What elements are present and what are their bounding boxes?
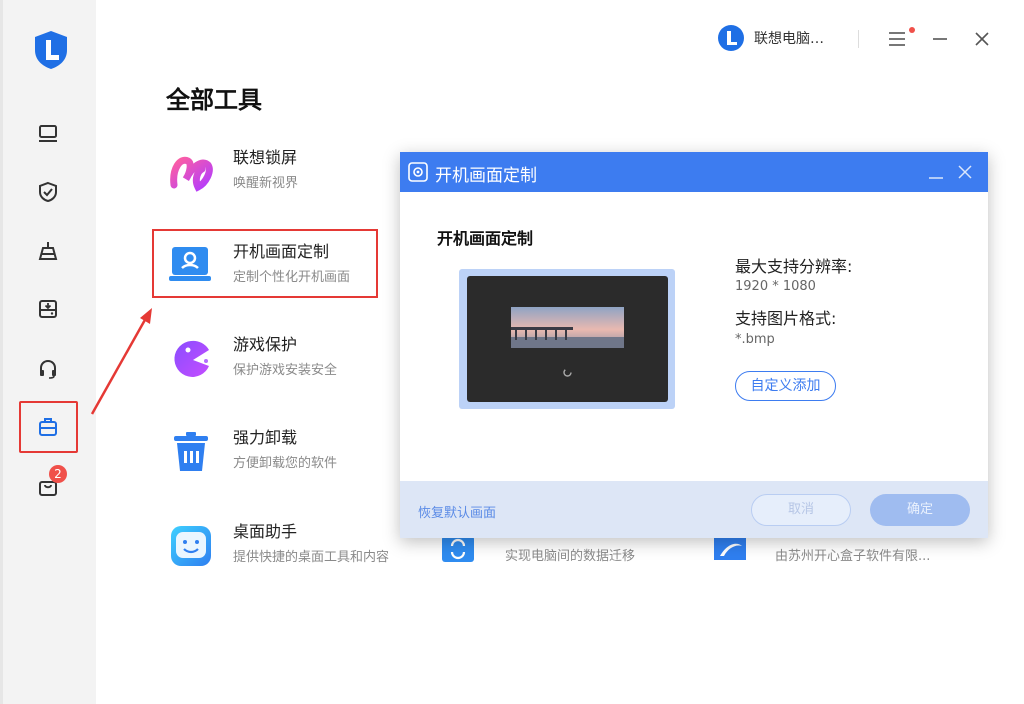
format-label: 支持图片格式: — [735, 309, 837, 328]
tool-lockscreen[interactable]: 联想锁屏 唤醒新视界 — [168, 147, 298, 195]
tool-uninstall[interactable]: 强力卸载 方便卸载您的软件 — [168, 427, 337, 475]
boot-screen-preview — [459, 269, 675, 409]
shield-check-icon — [39, 181, 57, 203]
annotation-highlight-tool — [152, 229, 378, 298]
resolution-label: 最大支持分辨率: — [735, 257, 853, 276]
tool-desc: 保护游戏安装安全 — [233, 363, 338, 378]
dialog-minimize-icon[interactable] — [928, 166, 944, 180]
game-protect-icon — [174, 340, 209, 377]
cancel-button[interactable]: 取消 — [751, 494, 851, 526]
sidebar-item-drive[interactable] — [30, 291, 66, 327]
sidebar: 2 — [0, 0, 96, 704]
tool-desc: 提供快捷的桌面工具和内容 — [233, 550, 390, 565]
settings-icon — [408, 162, 428, 182]
restore-default-link[interactable]: 恢复默认画面 — [418, 502, 496, 521]
tool-desc: 方便卸载您的软件 — [233, 456, 338, 471]
tool-name: 强力卸载 — [233, 428, 298, 447]
drive-icon — [39, 300, 57, 318]
notification-badge: 2 — [49, 465, 67, 483]
dialog-close-icon[interactable] — [957, 164, 973, 180]
format-value: *.bmp — [735, 332, 775, 347]
custom-add-button[interactable]: 自定义添加 — [735, 371, 836, 401]
account-brand[interactable]: 联想电脑… — [717, 24, 824, 52]
sidebar-item-device[interactable] — [30, 116, 66, 152]
tool-desc: 由苏州开心盒子软件有限... — [775, 549, 931, 564]
sidebar-item-service[interactable] — [30, 351, 66, 387]
dialog-title: 开机画面定制 — [437, 229, 534, 248]
uninstall-icon — [174, 432, 208, 471]
app-logo-icon — [35, 31, 67, 69]
annotation-arrow-icon — [90, 308, 152, 415]
dialog-footer: 恢复默认画面 取消 确定 — [400, 481, 988, 538]
boot-screen-dialog: 开机画面定制 开机画面定制 最大支持分辨率: 1920 * 1080 支持图片格… — [400, 152, 988, 538]
brand-name: 联想电脑… — [754, 31, 824, 47]
tool-desktop-assistant[interactable]: 桌面助手 提供快捷的桌面工具和内容 — [168, 521, 389, 569]
minimize-icon[interactable] — [930, 29, 950, 49]
sidebar-item-security[interactable] — [30, 174, 66, 210]
lockscreen-icon — [170, 156, 213, 192]
headset-icon — [40, 359, 56, 379]
ok-button[interactable]: 确定 — [870, 494, 970, 526]
menu-notification-dot — [909, 27, 915, 33]
sidebar-item-clean[interactable] — [30, 233, 66, 269]
data-migrate-icon — [442, 536, 474, 562]
toolbar-divider — [858, 30, 859, 48]
resolution-value: 1920 * 1080 — [735, 279, 816, 294]
monitor-icon — [39, 125, 57, 142]
close-icon[interactable] — [972, 29, 992, 49]
preview-screen — [467, 276, 668, 402]
page-title: 全部工具 — [166, 86, 262, 114]
tool-name: 联想锁屏 — [233, 148, 298, 167]
pier-sunset-image — [511, 307, 624, 348]
dialog-titlebar: 开机画面定制 — [400, 152, 988, 192]
tool-name: 游戏保护 — [233, 335, 298, 354]
tool-name: 桌面助手 — [233, 522, 298, 541]
loading-spinner-icon — [563, 368, 572, 377]
dialog-titlebar-text: 开机画面定制 — [435, 166, 537, 186]
tool-desc: 实现电脑间的数据迁移 — [505, 549, 636, 564]
app-store-icon — [714, 538, 746, 560]
tool-game-protect[interactable]: 游戏保护 保护游戏安装安全 — [168, 334, 337, 382]
menu-icon[interactable] — [887, 28, 909, 50]
tool-desc: 唤醒新视界 — [233, 176, 299, 191]
broom-icon — [38, 242, 58, 260]
brand-logo-icon — [718, 25, 744, 51]
annotation-highlight-sidebar — [19, 401, 78, 453]
sidebar-edge — [0, 0, 3, 704]
desktop-assistant-icon — [171, 526, 211, 566]
